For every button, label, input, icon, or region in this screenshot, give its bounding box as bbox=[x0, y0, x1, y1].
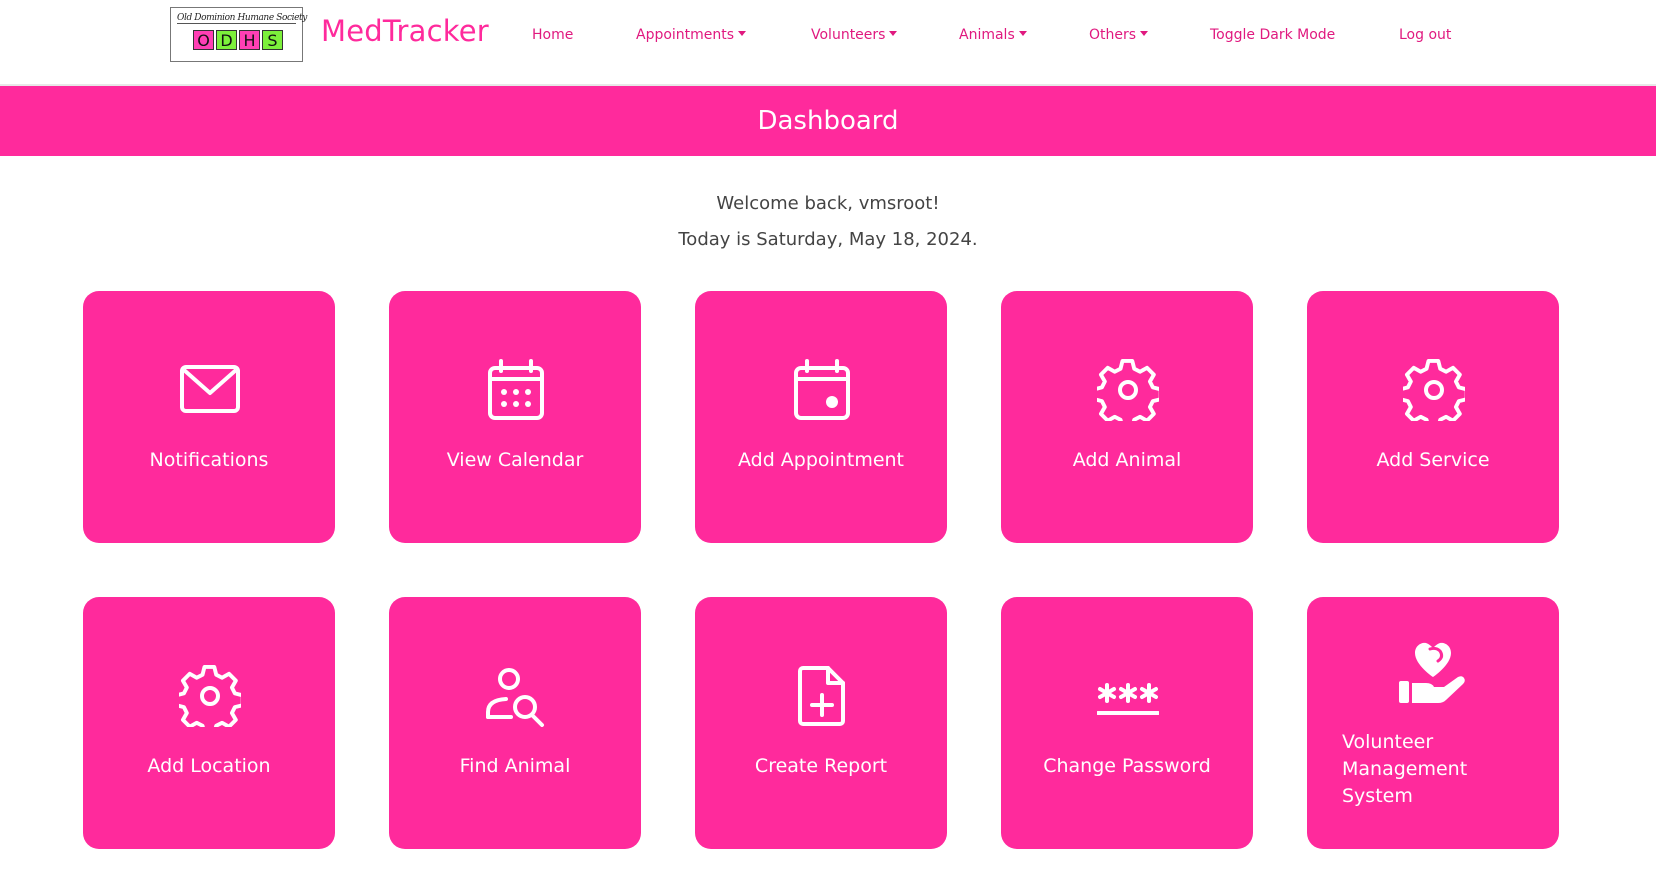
nav-home-label: Home bbox=[532, 27, 574, 43]
logo-top-text: Old Dominion Humane Society bbox=[177, 13, 307, 24]
gear-icon bbox=[1097, 359, 1159, 421]
view-calendar-label: View Calendar bbox=[446, 449, 584, 471]
logo-letters: O D H S bbox=[193, 30, 283, 50]
create-report-label: Create Report bbox=[754, 755, 888, 777]
gear-icon bbox=[1403, 359, 1465, 421]
add-location-label: Add Location bbox=[147, 755, 271, 777]
add-service-card[interactable]: Add Service bbox=[1307, 291, 1559, 543]
today-date: Today is Saturday, May 18, 2024. bbox=[678, 229, 978, 250]
add-animal-card[interactable]: Add Animal bbox=[1001, 291, 1253, 543]
change-password-label: Change Password bbox=[1043, 755, 1211, 777]
find-animal-label: Find Animal bbox=[459, 755, 571, 777]
add-service-label: Add Service bbox=[1376, 449, 1490, 471]
add-animal-label: Add Animal bbox=[1072, 449, 1182, 471]
view-calendar-card[interactable]: View Calendar bbox=[389, 291, 641, 543]
odhs-logo[interactable]: Old Dominion Humane Society O D H S bbox=[170, 7, 307, 62]
nav-others-dropdown[interactable]: Others bbox=[1089, 27, 1149, 43]
find-animal-card[interactable]: Find Animal bbox=[389, 597, 641, 849]
caret-down-icon bbox=[738, 31, 747, 36]
add-appointment-label: Add Appointment bbox=[737, 449, 905, 471]
person-search-icon bbox=[486, 668, 544, 727]
add-appointment-card[interactable]: Add Appointment bbox=[695, 291, 947, 543]
nav-home[interactable]: Home bbox=[532, 27, 573, 43]
change-password-card[interactable]: Change Password bbox=[1001, 597, 1253, 849]
nav-dark-mode-label: Toggle Dark Mode bbox=[1210, 27, 1336, 43]
add-location-card[interactable]: Add Location bbox=[83, 597, 335, 849]
gear-icon bbox=[179, 665, 241, 727]
notifications-label: Notifications bbox=[149, 449, 269, 471]
nav-animals-label: Animals bbox=[959, 27, 1015, 43]
caret-down-icon bbox=[889, 31, 898, 36]
hand-heart-icon bbox=[1399, 642, 1465, 703]
logo-letter-h: H bbox=[239, 30, 260, 50]
nav-toggle-dark-mode[interactable]: Toggle Dark Mode bbox=[1210, 27, 1335, 43]
create-report-card[interactable]: Create Report bbox=[695, 597, 947, 849]
logo-letter-s: S bbox=[262, 30, 283, 50]
file-plus-icon bbox=[798, 666, 845, 726]
nav-logout-label: Log out bbox=[1399, 27, 1452, 43]
top-navbar: Old Dominion Humane Society O D H S MedT… bbox=[0, 0, 1656, 86]
volunteer-management-card[interactable]: Volunteer Management System bbox=[1307, 597, 1559, 849]
brand-title[interactable]: MedTracker bbox=[321, 14, 489, 48]
nav-volunteers-dropdown[interactable]: Volunteers bbox=[811, 27, 898, 43]
logo-letter-d: D bbox=[216, 30, 237, 50]
welcome-message: Welcome back, vmsroot! bbox=[716, 193, 940, 214]
nav-others-label: Others bbox=[1089, 27, 1137, 43]
nav-volunteers-label: Volunteers bbox=[811, 27, 886, 43]
calendar-event-icon bbox=[794, 359, 850, 420]
caret-down-icon bbox=[1140, 31, 1149, 36]
dashboard-banner: Dashboard bbox=[0, 86, 1656, 156]
envelope-icon bbox=[180, 365, 240, 413]
nav-appointments-dropdown[interactable]: Appointments bbox=[636, 27, 747, 43]
password-icon bbox=[1097, 683, 1159, 715]
nav-logout[interactable]: Log out bbox=[1399, 27, 1451, 43]
nav-animals-dropdown[interactable]: Animals bbox=[959, 27, 1027, 43]
volunteer-management-label: Volunteer Management System bbox=[1342, 731, 1468, 807]
nav-appointments-label: Appointments bbox=[636, 27, 735, 43]
notifications-card[interactable]: Notifications bbox=[83, 291, 335, 543]
page-title: Dashboard bbox=[757, 106, 899, 136]
caret-down-icon bbox=[1018, 31, 1027, 36]
calendar-icon bbox=[488, 359, 544, 420]
logo-letter-o: O bbox=[193, 30, 214, 50]
